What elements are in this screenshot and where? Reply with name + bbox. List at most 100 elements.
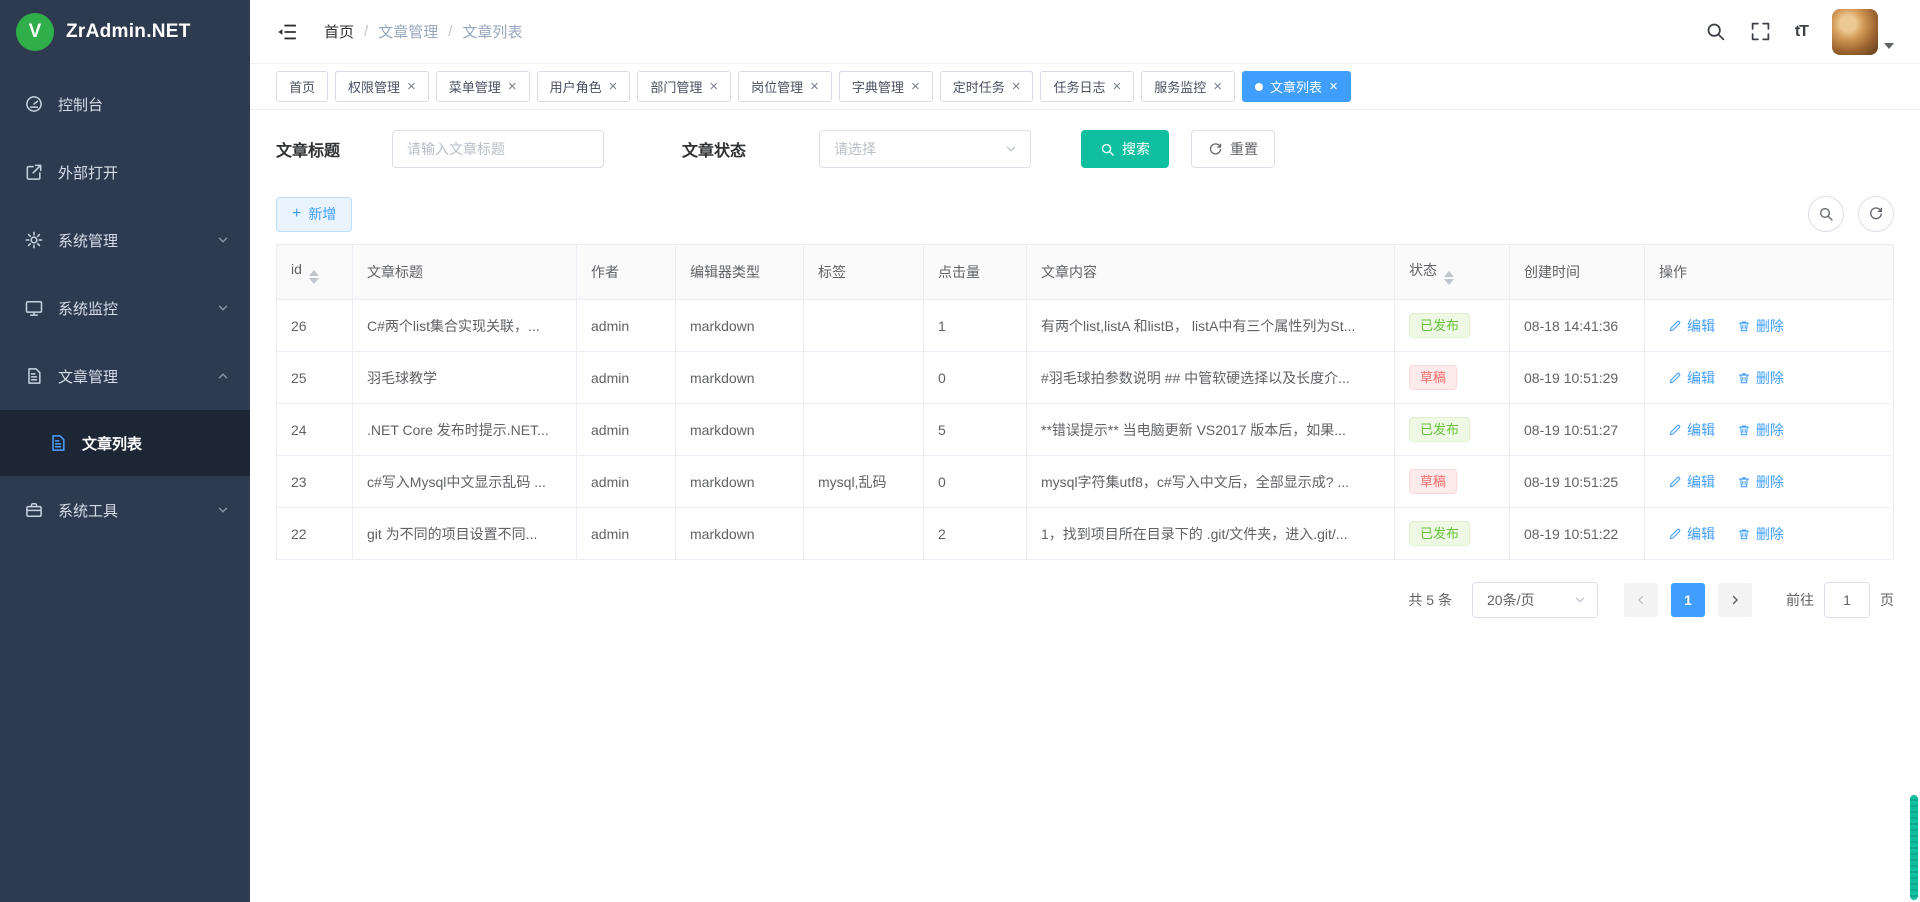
active-dot-icon [1255, 83, 1263, 91]
trash-icon [1737, 319, 1751, 333]
prev-page-button[interactable] [1624, 583, 1658, 617]
next-page-button[interactable] [1718, 583, 1752, 617]
breadcrumb-article-management[interactable]: 文章管理 [378, 21, 438, 42]
sort-icon[interactable] [1444, 271, 1454, 285]
reset-button[interactable]: 重置 [1191, 130, 1275, 168]
sidebar-item-label: 控制台 [58, 94, 103, 115]
edit-button[interactable]: 编辑 [1668, 316, 1715, 336]
toggle-search-button[interactable] [1808, 196, 1844, 232]
close-icon[interactable]: × [508, 79, 517, 94]
cell-author: admin [577, 300, 676, 352]
close-icon[interactable]: × [609, 79, 618, 94]
close-icon[interactable]: × [709, 79, 718, 94]
sidebar-item-dashboard[interactable]: 控制台 [0, 70, 250, 138]
sidebar-item-external-open[interactable]: 外部打开 [0, 138, 250, 206]
close-icon[interactable]: × [810, 79, 819, 94]
sidebar-item-article-management[interactable]: 文章管理 [0, 342, 250, 410]
delete-button[interactable]: 删除 [1737, 524, 1784, 544]
scrollbar-thumb[interactable] [1910, 795, 1918, 900]
collapse-sidebar-icon[interactable] [276, 21, 298, 43]
cell-status: 已发布 [1395, 508, 1510, 560]
edit-button[interactable]: 编辑 [1668, 472, 1715, 492]
article-title-label: 文章标题 [276, 137, 340, 161]
sort-icon[interactable] [309, 270, 319, 284]
column-header-clicks: 点击量 [924, 245, 1027, 300]
edit-icon [1668, 319, 1682, 333]
sidebar-item-system-monitor[interactable]: 系统监控 [0, 274, 250, 342]
column-header-editor: 编辑器类型 [676, 245, 804, 300]
sidebar-item-label: 系统管理 [58, 230, 118, 251]
breadcrumb-article-list: 文章列表 [462, 21, 522, 42]
tab-service-monitor[interactable]: 服务监控× [1141, 71, 1235, 102]
table-row: 25 羽毛球教学 admin markdown 0 #羽毛球拍参数说明 ## 中… [277, 352, 1894, 404]
breadcrumb-separator: / [364, 23, 368, 40]
cell-author: admin [577, 456, 676, 508]
tab-user-role[interactable]: 用户角色× [537, 71, 631, 102]
add-button[interactable]: + 新增 [276, 197, 352, 232]
cell-created: 08-19 10:51:25 [1510, 456, 1645, 508]
cell-id: 26 [277, 300, 353, 352]
close-icon[interactable]: × [1213, 79, 1222, 94]
cell-id: 23 [277, 456, 353, 508]
tab-article-list[interactable]: 文章列表× [1242, 71, 1351, 102]
close-icon[interactable]: × [1012, 79, 1021, 94]
edit-icon [1668, 371, 1682, 385]
close-icon[interactable]: × [1113, 79, 1122, 94]
delete-button[interactable]: 删除 [1737, 316, 1784, 336]
search-icon[interactable] [1705, 21, 1726, 42]
tab-menu-management[interactable]: 菜单管理× [436, 71, 530, 102]
edit-button[interactable]: 编辑 [1668, 368, 1715, 388]
sidebar-item-label: 系统工具 [58, 500, 118, 521]
sidebar-item-article-list[interactable]: 文章列表 [0, 410, 250, 476]
cell-tags [804, 508, 924, 560]
gear-icon [24, 230, 44, 250]
page-number-1[interactable]: 1 [1671, 583, 1705, 617]
tab-scheduled-task[interactable]: 定时任务× [940, 71, 1034, 102]
tab-dict-management[interactable]: 字典管理× [839, 71, 933, 102]
goto-page-input[interactable] [1824, 582, 1870, 618]
tab-department-management[interactable]: 部门管理× [637, 71, 731, 102]
search-button[interactable]: 搜索 [1081, 130, 1169, 168]
status-badge: 草稿 [1409, 469, 1457, 494]
refresh-table-button[interactable] [1858, 196, 1894, 232]
column-header-created: 创建时间 [1510, 245, 1645, 300]
trash-icon [1737, 371, 1751, 385]
sidebar-item-label: 外部打开 [58, 162, 118, 183]
table-row: 24 .NET Core 发布时提示.NET... admin markdown… [277, 404, 1894, 456]
cell-editor: markdown [676, 404, 804, 456]
font-size-icon[interactable]: tT [1795, 23, 1808, 41]
filter-form: 文章标题 文章状态 请选择 搜索 重置 [276, 130, 1894, 168]
status-badge: 已发布 [1409, 521, 1470, 546]
page-size-select[interactable]: 20条/页 [1472, 582, 1598, 618]
chevron-right-icon [1728, 593, 1742, 607]
user-avatar[interactable] [1832, 9, 1878, 55]
close-icon[interactable]: × [1329, 79, 1338, 94]
sidebar-item-system-tools[interactable]: 系统工具 [0, 476, 250, 544]
user-menu[interactable] [1832, 9, 1894, 55]
trash-icon [1737, 527, 1751, 541]
plus-icon: + [292, 206, 301, 222]
table-toolbar: + 新增 [276, 196, 1894, 232]
close-icon[interactable]: × [911, 79, 920, 94]
close-icon[interactable]: × [407, 79, 416, 94]
edit-button[interactable]: 编辑 [1668, 420, 1715, 440]
cell-created: 08-19 10:51:27 [1510, 404, 1645, 456]
cell-actions: 编辑 删除 [1645, 508, 1894, 560]
delete-button[interactable]: 删除 [1737, 368, 1784, 388]
tab-permission-management[interactable]: 权限管理× [335, 71, 429, 102]
tab-home[interactable]: 首页 [276, 71, 328, 102]
tab-task-log[interactable]: 任务日志× [1040, 71, 1134, 102]
cell-content: mysql字符集utf8，c#写入中文后，全部显示成? ... [1027, 456, 1395, 508]
fullscreen-icon[interactable] [1750, 21, 1771, 42]
cell-status: 草稿 [1395, 456, 1510, 508]
breadcrumb-home[interactable]: 首页 [324, 21, 354, 42]
article-title-input[interactable] [392, 130, 604, 168]
article-status-select[interactable]: 请选择 [819, 130, 1031, 168]
delete-button[interactable]: 删除 [1737, 472, 1784, 492]
edit-button[interactable]: 编辑 [1668, 524, 1715, 544]
tab-post-management[interactable]: 岗位管理× [738, 71, 832, 102]
delete-button[interactable]: 删除 [1737, 420, 1784, 440]
sidebar-item-system-management[interactable]: 系统管理 [0, 206, 250, 274]
cell-tags [804, 404, 924, 456]
cell-status: 草稿 [1395, 352, 1510, 404]
